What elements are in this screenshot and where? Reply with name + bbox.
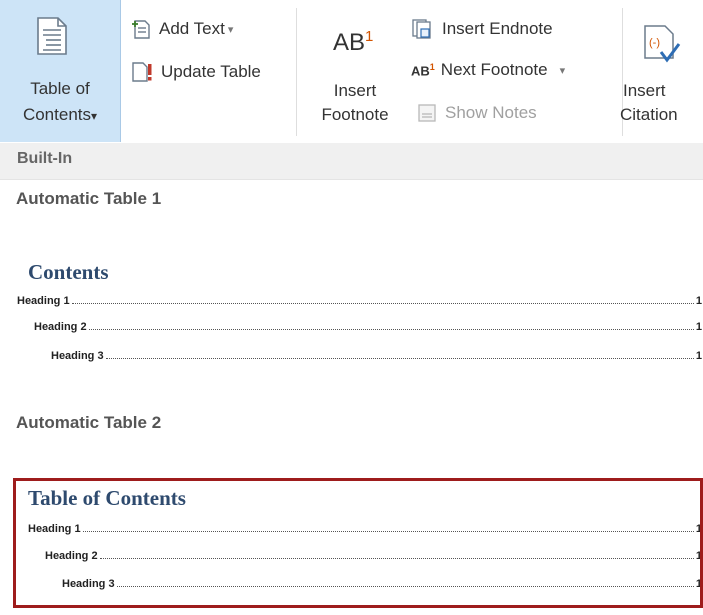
- toc-entry-page: 1: [695, 295, 702, 307]
- group-separator: [296, 8, 297, 136]
- svg-text:(-): (-): [649, 37, 660, 49]
- insert-citation-label-line2: Citation: [620, 105, 678, 124]
- dot-leader: [71, 302, 694, 304]
- insert-endnote-label: Insert Endnote: [442, 19, 553, 38]
- table-of-contents-label-line2: Contents: [22, 105, 91, 124]
- toc-entry-heading-2: Heading 2 1: [34, 321, 702, 333]
- footnote-icon: AB1: [333, 28, 373, 57]
- insert-footnote-button[interactable]: AB1 Insert Footnote: [305, 0, 405, 142]
- toc-entry-page: 1: [695, 321, 702, 333]
- show-notes-button[interactable]: Show Notes: [416, 102, 537, 124]
- selection-highlight-box: [13, 478, 703, 608]
- section-header-label: Built-In: [17, 150, 73, 167]
- dot-leader: [88, 328, 694, 330]
- table-of-contents-label-row: Contents▾: [0, 104, 120, 127]
- insert-endnote-icon: [412, 19, 431, 39]
- next-footnote-icon-superscript: 1: [429, 61, 435, 72]
- add-text-icon: [132, 20, 150, 39]
- gallery-section-header: Built-In: [0, 143, 703, 180]
- gallery-item-title: Automatic Table 2: [16, 413, 162, 432]
- gallery-item-title: Automatic Table 1: [16, 189, 162, 208]
- toc-entry-heading-1: Heading 1 1: [17, 295, 702, 307]
- document-lines-icon: [36, 16, 68, 61]
- next-footnote-icon: AB1: [411, 62, 435, 78]
- footnote-icon-superscript: 1: [365, 28, 374, 45]
- chevron-down-icon: ▾: [559, 64, 566, 77]
- add-text-label: Add Text: [159, 19, 225, 38]
- toc-entry-label: Heading 2: [34, 321, 87, 333]
- next-footnote-button[interactable]: AB1 Next Footnote ▾: [411, 60, 565, 80]
- toc-entry-page: 1: [695, 350, 702, 362]
- toc-heading: Contents: [28, 260, 109, 284]
- insert-footnote-label-line2: Footnote: [321, 105, 389, 124]
- update-table-icon: [132, 62, 152, 82]
- references-ribbon: Table of Contents▾ Add Text ▾ Update Tab…: [0, 0, 703, 144]
- show-notes-label: Show Notes: [445, 103, 537, 122]
- insert-endnote-button[interactable]: Insert Endnote: [411, 18, 553, 40]
- gallery-item-automatic-table-1[interactable]: Contents Heading 1 1 Heading 2 1 Heading…: [17, 250, 702, 378]
- chevron-down-icon: ▾: [91, 109, 98, 123]
- table-of-contents-button[interactable]: Table of Contents▾: [0, 0, 121, 142]
- table-of-contents-label-line1: Table of: [30, 79, 90, 98]
- chevron-down-icon: ▾: [227, 23, 234, 36]
- update-table-button[interactable]: Update Table: [130, 60, 261, 84]
- dot-leader: [105, 357, 694, 359]
- insert-citation-button[interactable]: (-) Insert Citation: [620, 0, 703, 142]
- toc-entry-label: Heading 1: [17, 295, 70, 307]
- update-table-label: Update Table: [161, 62, 261, 81]
- show-notes-icon: [418, 104, 436, 122]
- next-footnote-label: Next Footnote: [440, 60, 548, 79]
- citation-icon: (-): [643, 24, 681, 69]
- toc-entry-heading-3: Heading 3 1: [51, 350, 702, 362]
- toc-entry-label: Heading 3: [51, 350, 104, 362]
- insert-citation-label-line1: Insert: [623, 81, 666, 100]
- next-footnote-icon-text: AB: [411, 63, 430, 79]
- insert-footnote-label-line1: Insert: [333, 81, 377, 100]
- footnote-icon-text: AB: [333, 29, 366, 56]
- add-text-button[interactable]: Add Text ▾: [130, 18, 233, 40]
